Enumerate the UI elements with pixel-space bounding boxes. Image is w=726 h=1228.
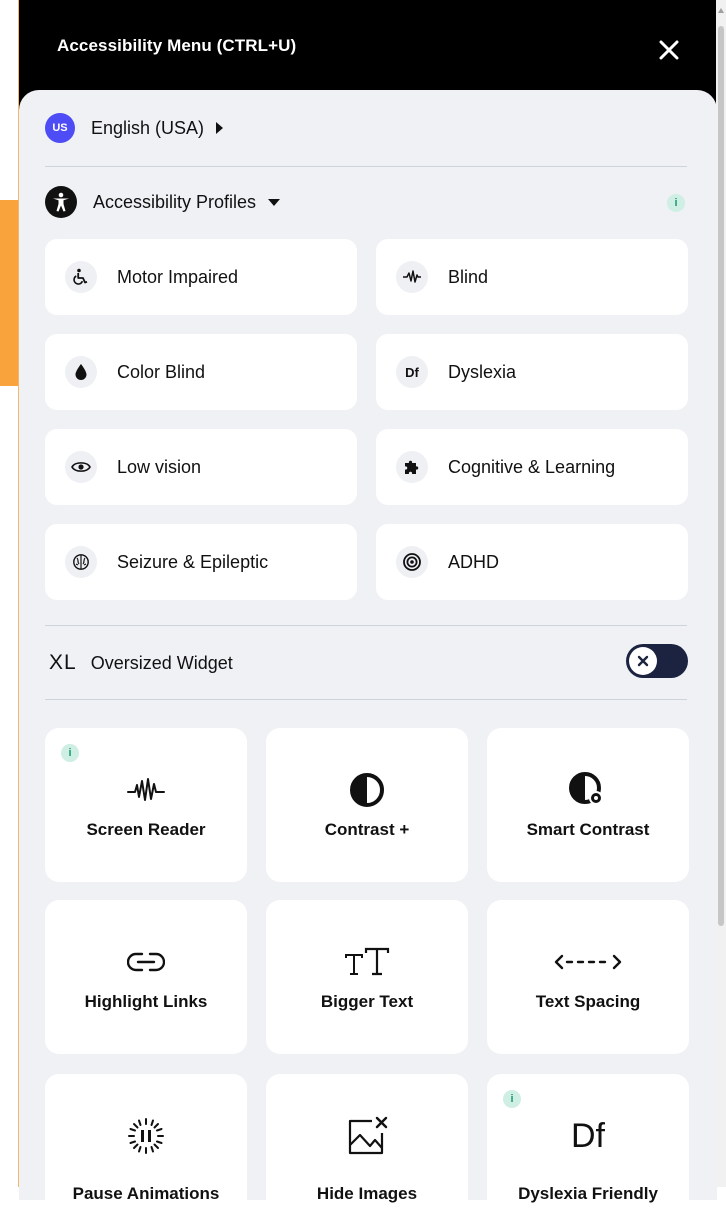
language-label: English (USA) [91,117,205,138]
feature-label: Dyslexia Friendly [518,1184,658,1203]
feature-smart-contrast[interactable]: Smart Contrast [487,728,689,882]
oversized-widget-row: XL Oversized Widget [49,648,233,678]
scroll-up-arrow-icon[interactable] [718,8,724,13]
oversized-widget-toggle[interactable] [626,644,688,678]
caret-down-icon [268,198,281,206]
accessibility-person-icon [45,186,77,218]
profile-label: Blind [448,266,489,287]
profiles-info-icon[interactable]: i [667,194,685,212]
profile-label: Color Blind [117,361,206,382]
scrollbar[interactable] [716,0,726,1187]
panel-title: Accessibility Menu (CTRL+U) [57,36,297,55]
smart-contrast-icon [487,768,689,812]
feature-contrast-plus[interactable]: Contrast + [266,728,468,882]
feature-label: Contrast + [324,820,410,839]
feature-label: Screen Reader [86,820,206,839]
text-spacing-icon [487,940,689,984]
link-icon [45,940,247,984]
eye-icon [65,451,97,483]
feature-highlight-links[interactable]: Highlight Links [45,900,247,1054]
profile-label: Low vision [117,456,202,477]
profile-color-blind[interactable]: Color Blind [45,334,357,410]
feature-label: Text Spacing [535,992,641,1011]
target-icon [396,546,428,578]
feature-label: Smart Contrast [526,820,650,839]
dyslexia-df-icon: Df [396,356,428,388]
profile-label: Seizure & Epileptic [117,551,269,572]
close-button[interactable] [651,32,687,68]
scrollbar-thumb[interactable] [718,26,724,926]
dyslexia-friendly-info-icon[interactable]: i [503,1090,521,1108]
puzzle-icon [396,451,428,483]
profile-low-vision[interactable]: Low vision [45,429,357,505]
wheelchair-icon [65,261,97,293]
divider [45,166,687,167]
feature-text-spacing[interactable]: Text Spacing [487,900,689,1054]
droplet-icon [65,356,97,388]
us-flag-icon: US [45,113,75,143]
brain-icon [65,546,97,578]
chevron-right-icon [216,122,224,134]
profile-label: Motor Impaired [117,266,239,287]
panel-body: US English (USA) Accessibility Profiles … [19,90,717,1228]
profile-adhd[interactable]: ADHD [376,524,688,600]
profile-label: Dyslexia [448,361,517,382]
close-icon [659,40,679,60]
sound-wave-icon [396,261,428,293]
feature-label: Highlight Links [84,992,208,1011]
xl-icon: XL [49,651,77,674]
text-size-icon [266,940,468,984]
feature-label: Pause Animations [72,1184,220,1203]
feature-screen-reader[interactable]: i Screen Reader [45,728,247,882]
profile-motor-impaired[interactable]: Motor Impaired [45,239,357,315]
hide-image-icon [266,1114,468,1158]
divider [45,625,687,626]
language-selector[interactable]: US English (USA) [45,112,224,144]
profile-blind[interactable]: Blind [376,239,688,315]
accessibility-profiles-toggle[interactable]: Accessibility Profiles [45,186,281,218]
profile-cognitive-learning[interactable]: Cognitive & Learning [376,429,688,505]
accessibility-panel: Accessibility Menu (CTRL+U) US English (… [18,0,717,1228]
contrast-icon [266,768,468,812]
oversized-widget-label: Oversized Widget [90,652,233,673]
dyslexia-df-icon: Df [571,1116,605,1155]
profile-label: Cognitive & Learning [448,456,616,477]
feature-dyslexia-friendly[interactable]: i Df Dyslexia Friendly [487,1074,689,1228]
feature-hide-images[interactable]: Hide Images [266,1074,468,1228]
profile-dyslexia[interactable]: Df Dyslexia [376,334,688,410]
feature-bigger-text[interactable]: Bigger Text [266,900,468,1054]
page-background-edge [0,0,18,1187]
profile-seizure-epileptic[interactable]: Seizure & Epileptic [45,524,357,600]
screen-reader-info-icon[interactable]: i [61,744,79,762]
close-icon [637,655,649,667]
toggle-knob [629,647,657,675]
pause-animation-icon [45,1114,247,1158]
profile-label: ADHD [448,551,500,572]
divider [45,699,687,700]
feature-label: Hide Images [316,1184,418,1203]
feature-pause-animations[interactable]: Pause Animations [45,1074,247,1228]
accessibility-profiles-label: Accessibility Profiles [93,191,257,212]
feature-label: Bigger Text [320,992,414,1011]
screen-reader-wave-icon [45,768,247,812]
